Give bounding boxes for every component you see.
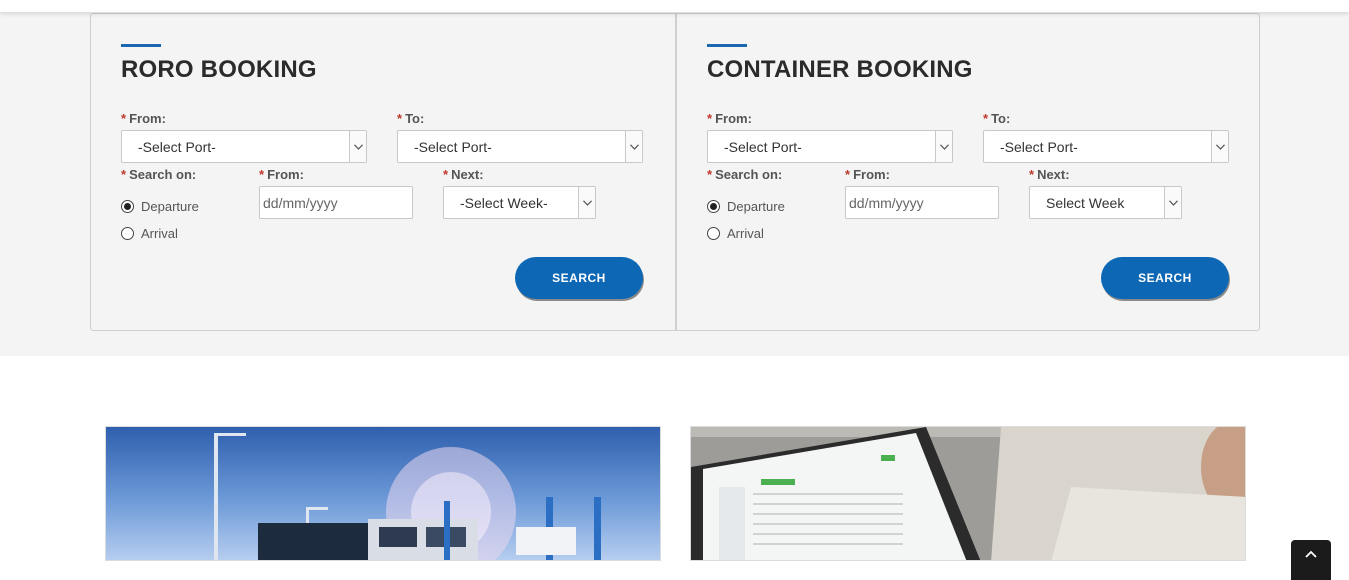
roro-next-label: * Next:	[443, 167, 484, 182]
radio-checked-icon	[121, 200, 134, 213]
back-to-top-button[interactable]	[1291, 540, 1331, 580]
chevron-down-icon	[349, 131, 366, 162]
container-to-port-select[interactable]: -Select Port-	[983, 130, 1229, 163]
container-date-from-label: * From:	[845, 167, 890, 182]
chevron-down-icon	[1211, 131, 1228, 162]
roro-to-port-select[interactable]: -Select Port-	[397, 130, 643, 163]
roro-search-on-label: * Search on:	[121, 167, 197, 182]
roro-departure-radio[interactable]: Departure	[121, 199, 199, 214]
roro-booking-panel: RORO BOOKING * From: -Select Port- * To: -…	[91, 14, 675, 330]
roro-to-label: * To:	[397, 111, 425, 126]
truck-photo	[214, 433, 601, 560]
container-week-select[interactable]: Select Week	[1029, 186, 1182, 219]
header-bar	[0, 0, 1349, 12]
container-to-label: * To:	[983, 111, 1011, 126]
container-date-input[interactable]: dd/mm/yyyy	[845, 186, 999, 219]
chevron-up-icon	[1305, 550, 1317, 558]
roro-from-port-select[interactable]: -Select Port-	[121, 130, 367, 163]
container-next-label: * Next:	[1029, 167, 1070, 182]
container-search-on-label: * Search on:	[707, 167, 783, 182]
container-arrival-radio[interactable]: Arrival	[707, 226, 764, 241]
chevron-down-icon	[578, 187, 595, 218]
roro-from-label: * From:	[121, 111, 166, 126]
title-accent-line	[121, 44, 161, 47]
roro-title: RORO BOOKING	[121, 56, 317, 83]
laptop-photo	[691, 427, 1245, 560]
container-from-port-select[interactable]: -Select Port-	[707, 130, 953, 163]
container-title: CONTAINER BOOKING	[707, 56, 973, 83]
title-accent-line	[707, 44, 747, 47]
chevron-down-icon	[935, 131, 952, 162]
chevron-down-icon	[1164, 187, 1181, 218]
container-search-button[interactable]: SEARCH	[1101, 257, 1229, 299]
roro-week-select[interactable]: -Select Week-	[443, 186, 596, 219]
truck-photo-card[interactable]	[105, 426, 661, 561]
roro-date-from-label: * From:	[259, 167, 304, 182]
radio-unchecked-icon	[707, 227, 720, 240]
roro-search-button[interactable]: SEARCH	[515, 257, 643, 299]
container-booking-panel: CONTAINER BOOKING * From: -Select Port- *…	[675, 14, 1259, 330]
booking-panels: RORO BOOKING * From: -Select Port- * To: -…	[90, 13, 1260, 331]
roro-arrival-radio[interactable]: Arrival	[121, 226, 178, 241]
laptop-photo-card[interactable]	[690, 426, 1246, 561]
roro-date-input[interactable]: dd/mm/yyyy	[259, 186, 413, 219]
chevron-down-icon	[625, 131, 642, 162]
required-marker: *	[121, 111, 127, 126]
container-departure-radio[interactable]: Departure	[707, 199, 785, 214]
radio-unchecked-icon	[121, 227, 134, 240]
container-from-label: * From:	[707, 111, 752, 126]
radio-checked-icon	[707, 200, 720, 213]
